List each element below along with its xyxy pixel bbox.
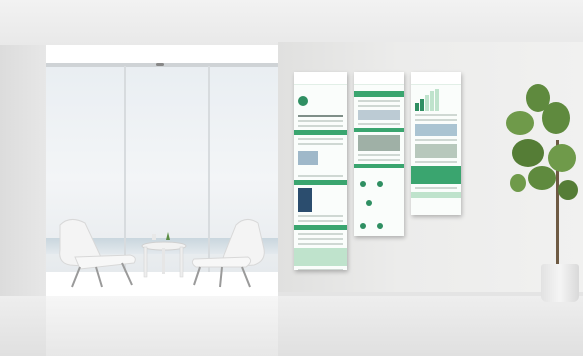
poster-header — [411, 72, 461, 85]
ceiling — [0, 0, 583, 45]
right-lounge-chair — [191, 219, 265, 288]
poster-header — [354, 72, 404, 85]
poster-logo — [411, 72, 461, 74]
poster-2 — [354, 72, 404, 236]
plant-pot — [541, 264, 579, 302]
poster-1 — [294, 72, 347, 270]
poster-icons — [354, 170, 404, 212]
poster-logo — [354, 72, 404, 74]
left-lounge-chair — [59, 219, 136, 288]
floor-reflection — [46, 296, 278, 356]
left-wall — [0, 45, 46, 300]
poster-header — [294, 72, 347, 85]
side-table — [141, 232, 187, 278]
room-scene — [0, 0, 583, 356]
poster-graphic — [294, 89, 347, 112]
potted-plant-foliage — [506, 84, 578, 200]
poster-logo — [294, 72, 347, 74]
poster-bar-graphic — [411, 89, 461, 111]
ceiling-light — [156, 63, 164, 66]
poster-3 — [411, 72, 461, 215]
poster-title — [354, 85, 404, 89]
